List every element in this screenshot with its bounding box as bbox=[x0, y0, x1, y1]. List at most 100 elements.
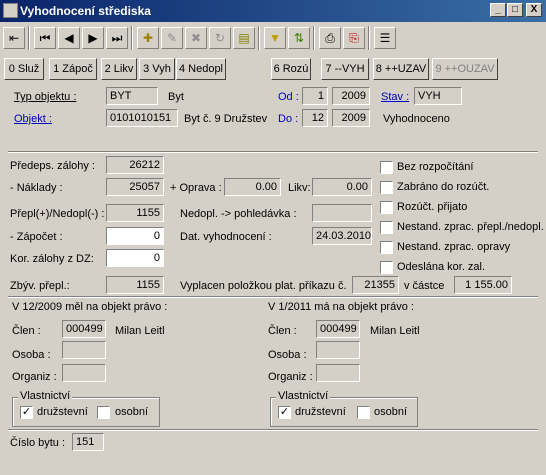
print-preview-icon[interactable]: ⎘ bbox=[343, 27, 365, 49]
minimize-button[interactable]: _ bbox=[490, 3, 506, 17]
fkey-0-sluz[interactable]: 0 Služ bbox=[4, 58, 44, 80]
left-heading: V 12/2009 měl na objekt právo : bbox=[12, 301, 168, 313]
objekt-link[interactable]: Objekt : bbox=[14, 112, 52, 126]
first-record-icon[interactable]: ⏮ bbox=[34, 27, 56, 49]
cislo-bytu-label: Číslo bytu : bbox=[10, 437, 66, 449]
next-record-icon[interactable]: ▶ bbox=[82, 27, 104, 49]
left-druzstevni-checkbox[interactable]: ✓ bbox=[20, 406, 33, 419]
stav-name: Vyhodnoceno bbox=[383, 113, 450, 125]
vyplacen-label: Vyplacen položkou plat. příkazu č. bbox=[180, 280, 347, 292]
od-label: Od : bbox=[278, 91, 299, 103]
sort-icon[interactable]: ⇅ bbox=[288, 27, 310, 49]
oprava-label: + Oprava : bbox=[170, 182, 222, 194]
fkey-2-likv[interactable]: 2 Likv bbox=[101, 58, 137, 80]
fkey-3-vyh[interactable]: 3 Vyh bbox=[139, 58, 175, 80]
maximize-button[interactable]: □ bbox=[507, 3, 523, 17]
right-osobni-checkbox[interactable] bbox=[357, 406, 370, 419]
check-bez-rozpocitani[interactable] bbox=[380, 161, 393, 174]
check-rozuct-prijato[interactable] bbox=[380, 201, 393, 214]
prepl-field[interactable]: 1155 bbox=[106, 204, 164, 222]
check-odeslana[interactable] bbox=[380, 261, 393, 274]
left-clen-label: Člen : bbox=[12, 325, 41, 337]
likv-field[interactable]: 0.00 bbox=[312, 178, 372, 196]
divider bbox=[8, 429, 538, 431]
new-record-icon[interactable]: ✚ bbox=[137, 27, 159, 49]
delete-record-icon[interactable]: ✖ bbox=[185, 27, 207, 49]
naklady-field[interactable]: 25057 bbox=[106, 178, 164, 196]
toolbar-separator bbox=[258, 26, 260, 50]
left-organiz-field[interactable] bbox=[62, 364, 106, 382]
left-organiz-label: Organiz : bbox=[12, 371, 57, 383]
close-button[interactable]: X bbox=[526, 3, 542, 17]
left-clen-field[interactable]: 000499 bbox=[62, 320, 106, 338]
zapocet-field[interactable]: 0 bbox=[106, 227, 164, 245]
fkey-8-uzav[interactable]: 8 ++UZAV bbox=[373, 58, 429, 80]
zbyv-prepl-field[interactable]: 1155 bbox=[106, 276, 164, 294]
fkey-1-zapoc[interactable]: 1 Zápoč bbox=[49, 58, 97, 80]
objekt-field[interactable]: 0101010151 bbox=[106, 109, 178, 127]
left-clen-name: Milan Leitl bbox=[115, 325, 165, 337]
title-bar: Vyhodnocení střediska bbox=[0, 0, 546, 22]
cislo-bytu-field[interactable]: 151 bbox=[72, 433, 104, 451]
toolbar-separator bbox=[131, 26, 133, 50]
stav-field[interactable]: VYH bbox=[414, 87, 462, 105]
check-label: Bez rozpočítání bbox=[397, 161, 474, 173]
filter-icon[interactable]: ▼ bbox=[264, 27, 286, 49]
predeps-field[interactable]: 26212 bbox=[106, 156, 164, 174]
right-group-label: Vlastnictví bbox=[276, 390, 331, 402]
typ-objektu-field[interactable]: BYT bbox=[106, 87, 158, 105]
right-osoba-field[interactable] bbox=[316, 341, 360, 359]
naklady-label: - Náklady : bbox=[10, 182, 63, 194]
check-nestand-prepl[interactable] bbox=[380, 221, 393, 234]
check-label: Nestand. zprac. přepl./nedopl. bbox=[397, 221, 544, 233]
check-label: Rozúčt. přijato bbox=[397, 201, 468, 213]
check-nestand-opravy[interactable] bbox=[380, 241, 393, 254]
right-heading: V 1/2011 má na objekt právo : bbox=[268, 301, 414, 313]
prepl-label: Přepl(+)/Nedopl(-) : bbox=[10, 208, 105, 220]
dat-vyhodnoceni-field[interactable]: 24.03.2010 bbox=[312, 227, 372, 245]
predeps-label: Předeps. zálohy : bbox=[10, 160, 95, 172]
left-druzstevni-label: družstevní bbox=[37, 406, 88, 418]
open-folder-icon[interactable]: ▤ bbox=[233, 27, 255, 49]
toolbar-separator bbox=[28, 26, 30, 50]
window-title: Vyhodnocení střediska bbox=[20, 4, 151, 18]
od-year-field[interactable]: 2009 bbox=[332, 87, 370, 105]
zapocet-label: - Zápočet : bbox=[10, 231, 63, 243]
nedopl-field[interactable] bbox=[312, 204, 372, 222]
fkey-7-vyh[interactable]: 7 --VYH bbox=[321, 58, 369, 80]
castka-field[interactable]: 1 155.00 bbox=[454, 276, 512, 294]
fkey-6-rozu[interactable]: 6 Rozú bbox=[271, 58, 311, 80]
castka-label: v částce bbox=[404, 280, 445, 292]
exit-icon[interactable]: ⇤ bbox=[3, 27, 25, 49]
refresh-icon[interactable]: ↻ bbox=[209, 27, 231, 49]
divider bbox=[8, 296, 538, 298]
do-year-field[interactable]: 2009 bbox=[332, 109, 370, 127]
list-view-icon[interactable]: ☰ bbox=[374, 27, 396, 49]
stav-link[interactable]: Stav : bbox=[381, 90, 409, 104]
right-clen-field[interactable]: 000499 bbox=[316, 320, 360, 338]
edit-record-icon[interactable]: ✎ bbox=[161, 27, 183, 49]
dat-vyhodnoceni-label: Dat. vyhodnocení : bbox=[180, 231, 272, 243]
objekt-name: Byt č. 9 Družstev bbox=[184, 113, 268, 125]
kor-zalohy-label: Kor. zálohy z DZ: bbox=[10, 253, 94, 265]
check-label: Nestand. zprac. opravy bbox=[397, 241, 511, 253]
last-record-icon[interactable]: ⏭ bbox=[106, 27, 128, 49]
print-icon[interactable]: ⎙ bbox=[319, 27, 341, 49]
od-month-field[interactable]: 1 bbox=[302, 87, 328, 105]
kor-zalohy-field[interactable]: 0 bbox=[106, 249, 164, 267]
check-label: Odeslána kor. zal. bbox=[397, 261, 486, 273]
right-organiz-field[interactable] bbox=[316, 364, 360, 382]
right-druzstevni-checkbox[interactable]: ✓ bbox=[278, 406, 291, 419]
oprava-field[interactable]: 0.00 bbox=[224, 178, 281, 196]
previous-record-icon[interactable]: ◀ bbox=[58, 27, 80, 49]
check-zabrano[interactable] bbox=[380, 181, 393, 194]
fkey-4-nedopl[interactable]: 4 Nedopl bbox=[176, 58, 226, 80]
prikaz-field[interactable]: 21355 bbox=[352, 276, 399, 294]
left-osobni-label: osobní bbox=[115, 406, 149, 418]
app-icon bbox=[3, 3, 18, 18]
left-group-label: Vlastnictví bbox=[18, 390, 73, 402]
right-clen-label: Člen : bbox=[268, 325, 297, 337]
left-osoba-field[interactable] bbox=[62, 341, 106, 359]
do-month-field[interactable]: 12 bbox=[302, 109, 328, 127]
left-osobni-checkbox[interactable] bbox=[97, 406, 110, 419]
